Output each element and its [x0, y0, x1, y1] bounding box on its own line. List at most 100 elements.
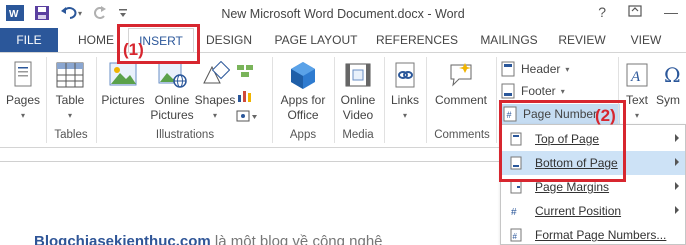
- document-text: Blogchiasekienthuc.com là một blog về cô…: [34, 233, 383, 245]
- menu-item-page-margins[interactable]: Page Margins: [501, 175, 685, 199]
- apps-for-office-icon: [276, 57, 330, 93]
- online-pictures-label-1: Online: [154, 93, 190, 107]
- chart-icon[interactable]: [236, 87, 254, 106]
- tab-mailings[interactable]: MAILINGS: [474, 28, 544, 52]
- links-label: Links: [390, 93, 419, 107]
- pictures-button[interactable]: Pictures: [100, 57, 146, 108]
- header-label: Header: [521, 62, 561, 76]
- online-video-icon: [336, 57, 380, 93]
- table-label: Table: [55, 93, 85, 107]
- shapes-label: Shapes: [194, 93, 236, 107]
- submenu-arrow-icon: [675, 134, 679, 142]
- submenu-arrow-icon: [675, 206, 679, 214]
- menu-label-format-page-numbers: Format Page Numbers...: [535, 228, 667, 242]
- tab-home[interactable]: HOME: [68, 28, 124, 52]
- menu-item-format-page-numbers[interactable]: # Format Page Numbers...: [501, 223, 685, 245]
- current-position-icon: #: [509, 204, 523, 218]
- document-body-text: là một blog về công nghệ: [210, 233, 383, 245]
- menu-item-bottom-of-page[interactable]: Bottom of Page: [501, 151, 685, 175]
- text-label: Text: [625, 93, 648, 107]
- group-label-media: Media: [342, 129, 374, 141]
- menu-label-current-position: Current Position: [535, 204, 622, 218]
- svg-text:#: #: [513, 232, 518, 241]
- tab-design[interactable]: DESIGN: [200, 28, 258, 52]
- shapes-button[interactable]: Shapes ▾: [194, 57, 236, 123]
- page-number-menu: Top of Page Bottom of Page Page Margins …: [500, 124, 686, 245]
- online-video-label-1: Online: [340, 93, 376, 107]
- tab-view[interactable]: VIEW: [622, 28, 670, 52]
- apps-for-office-label-2: Office: [287, 108, 319, 122]
- tab-review[interactable]: REVIEW: [554, 28, 610, 52]
- online-video-label-2: Video: [342, 108, 374, 122]
- table-button[interactable]: Table ▾: [50, 57, 90, 123]
- pictures-label: Pictures: [101, 93, 145, 107]
- menu-label-page-margins: Page Margins: [535, 180, 610, 194]
- page-margins-icon: [509, 180, 523, 194]
- pages-dropdown-icon: ▾: [20, 111, 25, 120]
- svg-text:#: #: [507, 110, 512, 120]
- header-button[interactable]: Header ▾: [500, 59, 569, 79]
- top-of-page-icon: [509, 132, 523, 146]
- submenu-arrow-icon: [675, 158, 679, 166]
- group-label-comments: Comments: [434, 129, 490, 141]
- submenu-arrow-icon: [675, 182, 679, 190]
- title-bar: W ▾ New Microsoft Word Document.docx - W…: [0, 0, 686, 28]
- table-icon: [50, 57, 90, 93]
- online-pictures-icon: [150, 57, 194, 93]
- divider: [96, 57, 97, 143]
- footer-dropdown-icon: ▾: [560, 86, 565, 96]
- table-dropdown-icon: ▾: [67, 111, 72, 120]
- links-dropdown-icon: ▾: [402, 111, 407, 120]
- menu-item-current-position[interactable]: # Current Position: [501, 199, 685, 223]
- page-number-label: Page Number: [523, 107, 598, 121]
- online-video-button[interactable]: Online Video: [336, 57, 380, 123]
- links-icon: [386, 57, 424, 93]
- page-edge: [0, 161, 500, 162]
- window-controls: ? —: [598, 4, 678, 20]
- format-page-numbers-icon: #: [509, 228, 523, 242]
- annotation-label-step1: (1): [123, 40, 144, 59]
- links-button[interactable]: Links ▾: [386, 57, 424, 123]
- bottom-of-page-icon: [509, 156, 523, 170]
- help-button[interactable]: ?: [598, 4, 606, 20]
- text-dropdown-icon: ▾: [634, 111, 639, 120]
- online-pictures-button[interactable]: Online Pictures: [150, 57, 194, 123]
- annotation-label-step2: (2): [595, 106, 616, 125]
- pages-button[interactable]: Pages ▾: [4, 57, 42, 123]
- divider: [272, 57, 273, 143]
- document-link-text: Blogchiasekienthuc.com: [34, 233, 211, 245]
- text-button[interactable]: A Text ▾: [620, 57, 654, 123]
- online-pictures-label-2: Pictures: [150, 108, 194, 122]
- svg-text:#: #: [511, 207, 517, 218]
- group-label-illustrations: Illustrations: [155, 129, 215, 141]
- footer-icon: [501, 83, 515, 99]
- comment-label: Comment: [434, 93, 487, 107]
- pages-label: Pages: [5, 93, 41, 107]
- menu-item-top-of-page[interactable]: Top of Page: [501, 127, 685, 151]
- tab-file[interactable]: FILE: [0, 28, 58, 52]
- shapes-icon: [194, 57, 236, 93]
- group-label-tables: Tables: [54, 129, 88, 141]
- footer-label: Footer: [521, 84, 556, 98]
- smartart-icon[interactable]: [236, 63, 254, 82]
- pages-icon: [4, 57, 42, 93]
- symbols-button[interactable]: Ω Sym: [656, 57, 686, 108]
- ribbon-display-options-icon[interactable]: [628, 4, 642, 20]
- menu-label-top-of-page: Top of Page: [535, 132, 600, 146]
- divider: [384, 57, 385, 143]
- window-title: New Microsoft Word Document.docx - Word: [221, 7, 465, 21]
- minimize-button[interactable]: —: [664, 4, 678, 20]
- tab-page-layout[interactable]: PAGE LAYOUT: [270, 28, 362, 52]
- divider: [496, 57, 497, 143]
- apps-for-office-button[interactable]: Apps for Office: [276, 57, 330, 123]
- tab-references[interactable]: REFERENCES: [374, 28, 460, 52]
- apps-for-office-label-1: Apps for: [280, 93, 326, 107]
- comment-icon: [430, 57, 492, 93]
- divider: [426, 57, 427, 143]
- pictures-icon: [100, 57, 146, 93]
- footer-button[interactable]: Footer ▾: [500, 81, 565, 101]
- svg-text:Ω: Ω: [664, 63, 681, 87]
- symbols-label: Sym: [656, 93, 680, 107]
- screenshot-icon[interactable]: [236, 109, 258, 126]
- comment-button[interactable]: Comment: [430, 57, 492, 108]
